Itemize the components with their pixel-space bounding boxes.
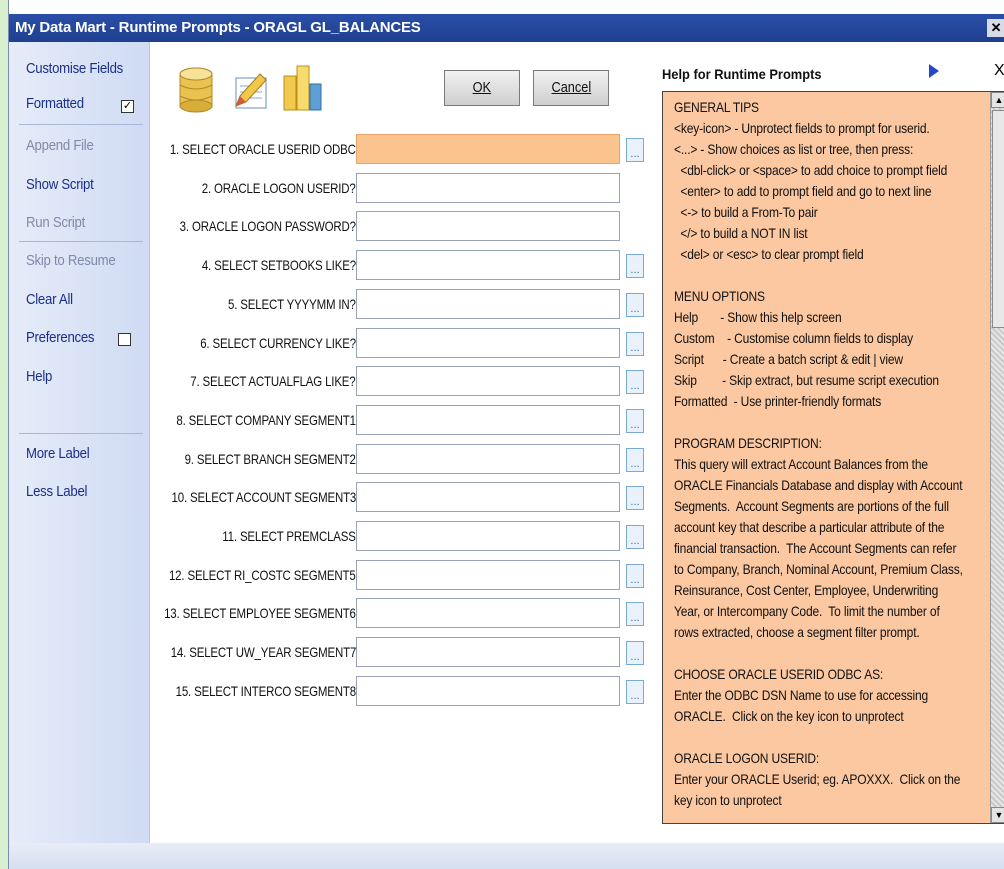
show-choices-button[interactable]: ... xyxy=(626,486,644,510)
show-choices-button[interactable]: ... xyxy=(626,332,644,356)
prompt-input[interactable] xyxy=(356,328,620,358)
show-choices-button[interactable]: ... xyxy=(626,525,644,549)
prompt-input[interactable] xyxy=(356,676,620,706)
help-panel: Help for Runtime Prompts X GENERAL TIPS … xyxy=(654,56,1004,843)
prompt-input[interactable] xyxy=(356,482,620,512)
prompt-label: 5. SELECT YYYYMM IN? xyxy=(228,296,356,312)
customise-fields-link[interactable]: Customise Fields xyxy=(26,60,123,77)
prompt-input[interactable] xyxy=(356,173,620,203)
window-close-button[interactable]: ✕ xyxy=(987,19,1004,37)
show-choices-button[interactable]: ... xyxy=(626,564,644,588)
prompt-label: 3. ORACLE LOGON PASSWORD? xyxy=(179,218,356,234)
preferences-checkbox[interactable] xyxy=(118,333,131,346)
window-title: My Data Mart - Runtime Prompts - ORAGL G… xyxy=(15,19,421,36)
scroll-up-icon[interactable]: ▲ xyxy=(991,92,1004,108)
prompt-input[interactable] xyxy=(356,366,620,396)
show-choices-button[interactable]: ... xyxy=(626,641,644,665)
cancel-button[interactable]: Cancel xyxy=(533,70,609,106)
sidebar: Customise Fields Formatted ✓ Append File… xyxy=(9,42,150,869)
show-choices-button[interactable]: ... xyxy=(626,448,644,472)
ok-button-label: OK xyxy=(472,79,492,96)
prompt-panel: OK Cancel 1. SELECT ORACLE USERID ODBC..… xyxy=(150,42,644,843)
prompt-label: 11. SELECT PREMCLASS xyxy=(222,528,357,544)
prompt-label: 12. SELECT RI_COSTC SEGMENT5 xyxy=(169,567,356,583)
prompt-input[interactable] xyxy=(356,134,620,164)
show-choices-button[interactable]: ... xyxy=(626,370,644,394)
play-arrow-icon[interactable] xyxy=(929,64,939,78)
title-bar: My Data Mart - Runtime Prompts - ORAGL G… xyxy=(9,14,1004,42)
ok-button[interactable]: OK xyxy=(444,70,520,106)
prompt-input[interactable] xyxy=(356,211,620,241)
show-choices-button[interactable]: ... xyxy=(626,138,644,162)
formatted-checkbox[interactable]: ✓ xyxy=(121,100,134,113)
show-choices-button[interactable]: ... xyxy=(626,293,644,317)
show-choices-button[interactable]: ... xyxy=(626,680,644,704)
prompt-label: 9. SELECT BRANCH SEGMENT2 xyxy=(184,451,356,467)
prompt-input[interactable] xyxy=(356,250,620,280)
append-file-link[interactable]: Append File xyxy=(26,137,94,154)
show-choices-button[interactable]: ... xyxy=(626,602,644,626)
show-choices-button[interactable]: ... xyxy=(626,409,644,433)
preferences-option[interactable]: Preferences xyxy=(26,329,95,346)
less-label-link[interactable]: Less Label xyxy=(26,483,87,500)
help-link[interactable]: Help xyxy=(26,368,52,385)
help-close-button[interactable]: X xyxy=(994,62,1004,80)
prompt-input[interactable] xyxy=(356,598,620,628)
edit-document-icon[interactable] xyxy=(230,70,270,112)
help-scrollbar[interactable]: ▲ ▼ xyxy=(990,92,1004,823)
prompt-input[interactable] xyxy=(356,289,620,319)
prompt-input[interactable] xyxy=(356,521,620,551)
sidebar-divider xyxy=(19,433,143,434)
desktop-edge xyxy=(0,0,8,869)
prompt-label: 13. SELECT EMPLOYEE SEGMENT6 xyxy=(164,605,356,621)
prompt-label: 15. SELECT INTERCO SEGMENT8 xyxy=(175,683,357,699)
help-title: Help for Runtime Prompts xyxy=(662,66,822,82)
prompt-input[interactable] xyxy=(356,560,620,590)
show-script-link[interactable]: Show Script xyxy=(26,176,94,193)
prompt-input[interactable] xyxy=(356,405,620,435)
run-script-link[interactable]: Run Script xyxy=(26,214,85,231)
prompt-label: 1. SELECT ORACLE USERID ODBC xyxy=(170,141,356,157)
skip-to-resume-link[interactable]: Skip to Resume xyxy=(26,252,116,269)
scroll-thumb[interactable] xyxy=(992,110,1004,328)
prompt-label: 7. SELECT ACTUALFLAG LIKE? xyxy=(190,373,356,389)
clear-all-link[interactable]: Clear All xyxy=(26,291,73,308)
prompt-label: 4. SELECT SETBOOKS LIKE? xyxy=(201,257,356,273)
runtime-prompts-window: My Data Mart - Runtime Prompts - ORAGL G… xyxy=(8,0,1004,869)
sidebar-divider xyxy=(19,241,143,242)
sidebar-divider xyxy=(19,124,143,125)
formatted-option[interactable]: Formatted xyxy=(26,95,84,112)
prompt-label: 8. SELECT COMPANY SEGMENT1 xyxy=(176,412,357,428)
show-choices-button[interactable]: ... xyxy=(626,254,644,278)
prompt-input[interactable] xyxy=(356,444,620,474)
status-strip xyxy=(9,843,1004,869)
help-text: GENERAL TIPS <key-icon> - Unprotect fiel… xyxy=(674,99,963,808)
prompt-input[interactable] xyxy=(356,637,620,667)
prompt-label: 2. ORACLE LOGON USERID? xyxy=(202,180,356,196)
prompt-label: 14. SELECT UW_YEAR SEGMENT7 xyxy=(170,644,357,660)
more-label-link[interactable]: More Label xyxy=(26,445,90,462)
cancel-button-label: Cancel xyxy=(551,79,591,96)
database-icon[interactable] xyxy=(178,66,214,114)
chart-icon[interactable] xyxy=(280,62,324,114)
scroll-down-icon[interactable]: ▼ xyxy=(991,807,1004,823)
prompt-label: 6. SELECT CURRENCY LIKE? xyxy=(200,335,356,351)
help-text-box[interactable]: GENERAL TIPS <key-icon> - Unprotect fiel… xyxy=(662,91,1004,824)
prompt-label: 10. SELECT ACCOUNT SEGMENT3 xyxy=(171,489,356,505)
